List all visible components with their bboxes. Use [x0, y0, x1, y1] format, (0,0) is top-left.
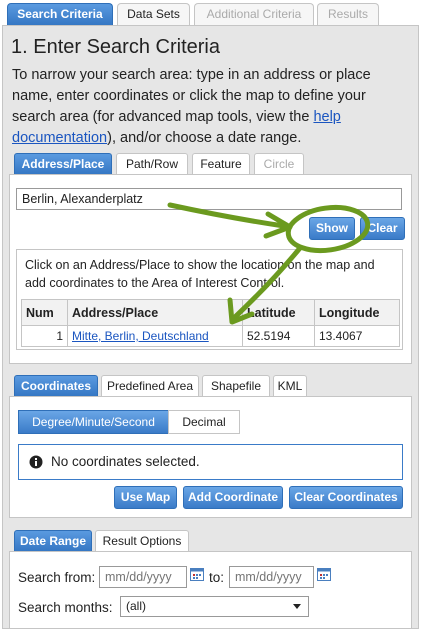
tab-date-range[interactable]: Date Range	[14, 530, 92, 551]
date-range-section	[9, 551, 412, 629]
format-decimal-toggle[interactable]: Decimal	[168, 410, 240, 434]
search-months-label: Search months:	[18, 600, 113, 615]
search-to-label: to:	[209, 570, 225, 585]
annotation-arrow-line-2	[231, 245, 303, 321]
add-coordinate-button[interactable]: Add Coordinate	[183, 486, 283, 509]
tab-shapefile[interactable]: Shapefile	[202, 375, 270, 396]
clear-coordinates-button[interactable]: Clear Coordinates	[289, 486, 403, 509]
calendar-icon[interactable]	[317, 567, 332, 582]
search-months-select[interactable]: (all)	[120, 596, 309, 617]
tab-coordinates[interactable]: Coordinates	[14, 375, 98, 396]
search-months-value: (all)	[126, 599, 146, 613]
use-map-button[interactable]: Use Map	[114, 486, 177, 509]
tab-kml[interactable]: KML	[273, 375, 307, 396]
date-from-input[interactable]	[99, 566, 187, 588]
search-from-label: Search from:	[18, 570, 96, 585]
calendar-icon[interactable]	[190, 567, 205, 582]
tab-result-options[interactable]: Result Options	[95, 530, 189, 551]
info-icon	[29, 455, 43, 469]
date-to-input[interactable]	[229, 566, 314, 588]
chevron-down-icon	[293, 604, 301, 609]
tab-predefined-area[interactable]: Predefined Area	[101, 375, 199, 396]
coordinates-message-text: No coordinates selected.	[51, 454, 200, 469]
coordinates-message-box: No coordinates selected.	[18, 444, 403, 480]
format-dms-toggle[interactable]: Degree/Minute/Second	[18, 410, 169, 434]
